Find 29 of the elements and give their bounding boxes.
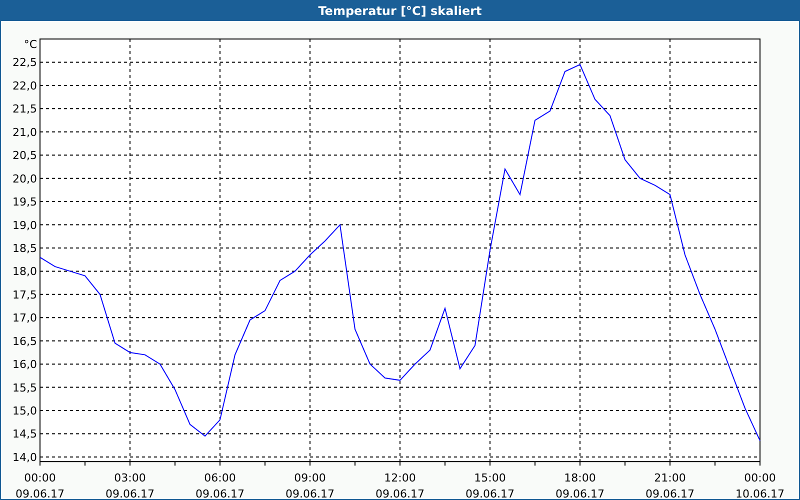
y-tick-label: 22,5: [12, 56, 37, 70]
y-tick-label: 15,5: [12, 381, 37, 394]
x-tick-label: 12:00 09.06.17: [376, 472, 424, 499]
y-tick-label: 14,5: [12, 428, 37, 441]
x-tick-label: 09:00 09.06.17: [286, 472, 334, 499]
x-tick-label: 00:00 10.06.17: [736, 472, 784, 499]
y-tick-label: 21,5: [12, 102, 37, 116]
y-tick-label: 20,5: [12, 149, 37, 162]
x-tick-label: 00:00 09.06.17: [16, 472, 64, 499]
y-tick-label: 21,0: [12, 126, 37, 139]
y-tick-label: 17,0: [12, 312, 37, 325]
y-tick-label: 19,5: [12, 196, 37, 209]
y-tick-label: 16,5: [12, 334, 37, 348]
y-tick-label: 20,0: [12, 172, 37, 186]
x-tick-label: 21:00 09.06.17: [646, 472, 694, 499]
y-tick-label: 18,0: [12, 265, 37, 278]
y-tick-label: 14,0: [12, 450, 37, 464]
x-tick-label: 15:00 09.06.17: [466, 472, 514, 499]
y-tick-label: 19,0: [12, 218, 37, 232]
y-tick-label: 18,5: [12, 242, 37, 255]
x-tick-label: 03:00 09.06.17: [106, 472, 154, 499]
y-tick-label: 17,5: [12, 288, 37, 302]
window-title: Temperatur [°C] skaliert: [0, 0, 800, 21]
y-tick-label: 15,0: [12, 404, 37, 418]
y-axis-unit: °C: [24, 38, 37, 51]
x-tick-label: 18:00 09.06.17: [556, 472, 604, 499]
y-tick-label: 16,0: [12, 358, 37, 372]
y-tick-label: 22,0: [12, 79, 37, 92]
x-tick-label: 06:00 09.06.17: [196, 472, 244, 499]
